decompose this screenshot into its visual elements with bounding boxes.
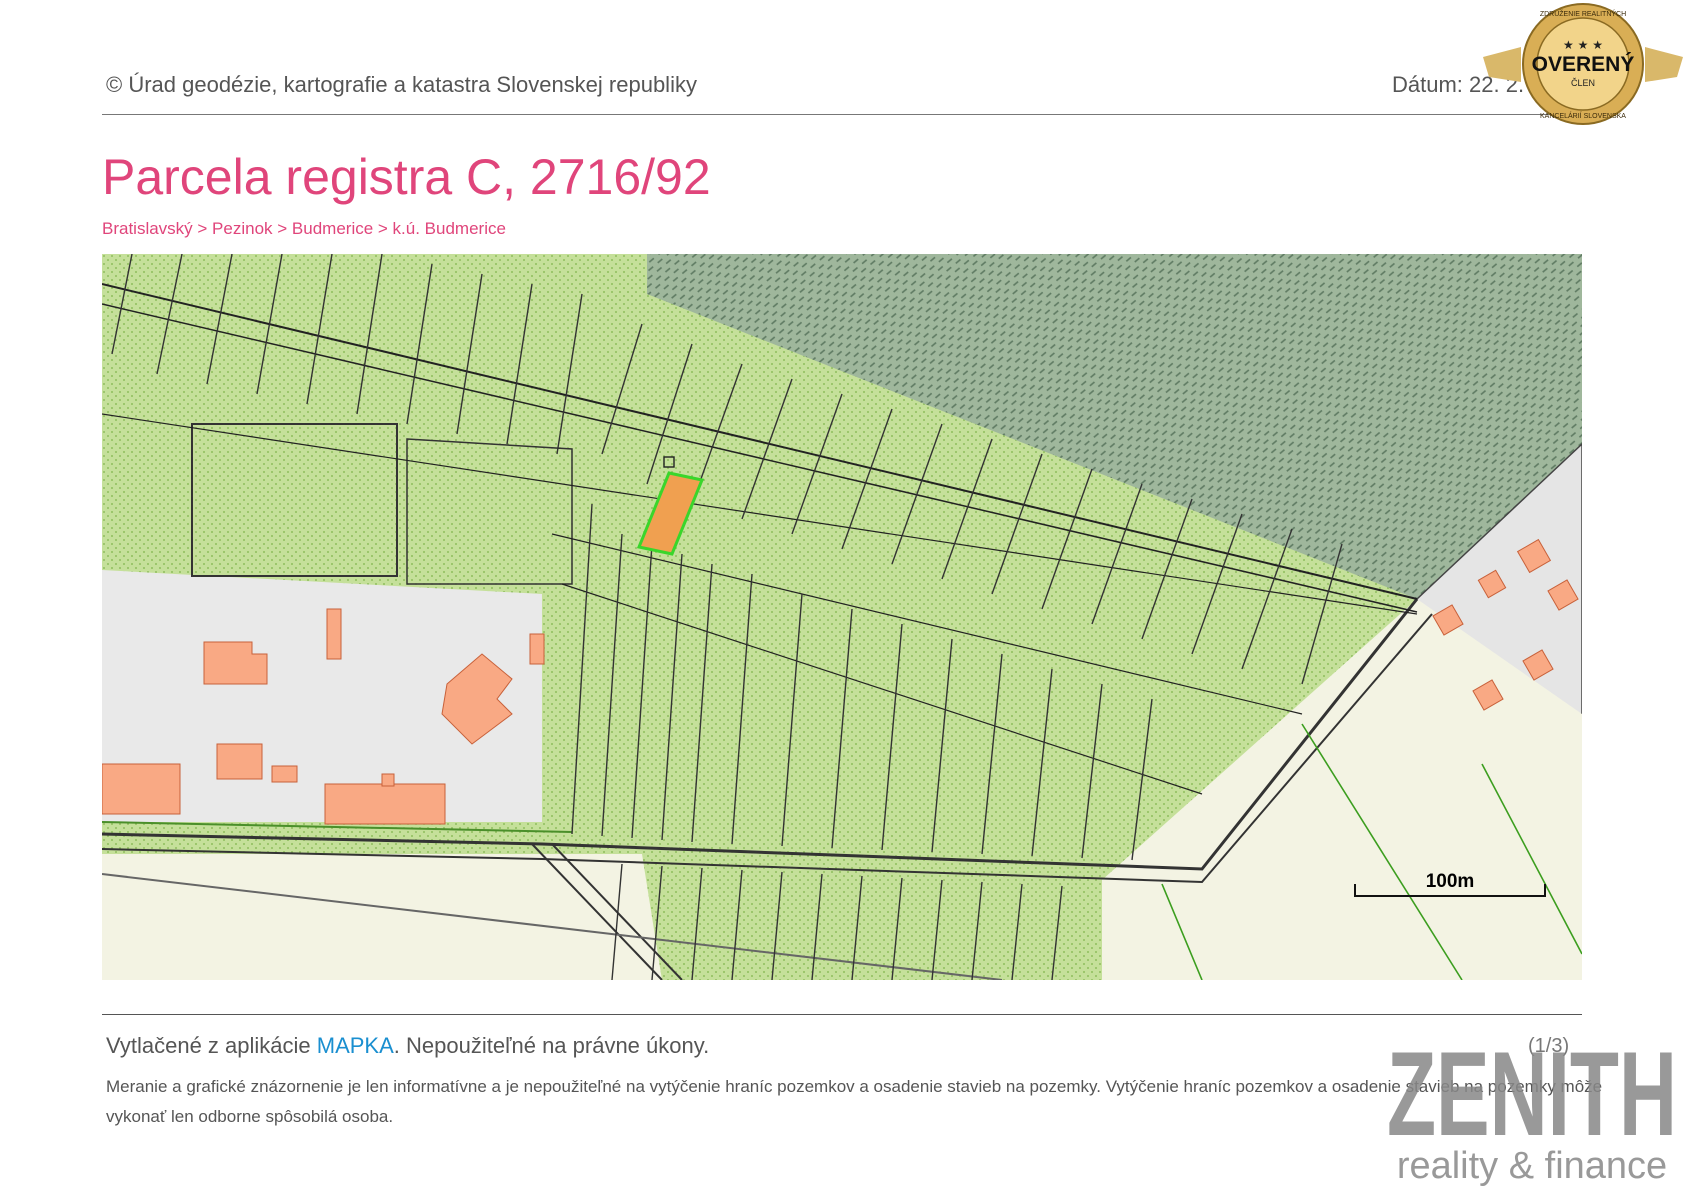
zenith-tagline: reality & finance (1397, 1145, 1667, 1187)
building (326, 608, 342, 660)
building (102, 763, 181, 815)
svg-text:★ ★ ★: ★ ★ ★ (1563, 38, 1603, 52)
badge-member: ČLEN (1571, 78, 1595, 88)
building (216, 743, 263, 780)
print-notice-suffix: . Nepoužiteľné na právne úkony. (393, 1033, 710, 1058)
field-area (102, 854, 662, 980)
copyright-source: © Úrad geodézie, kartografie a katastra … (106, 72, 697, 97)
badge-text: OVERENÝ (1532, 52, 1635, 76)
mapka-link[interactable]: MAPKA (317, 1033, 394, 1058)
badge-ring-top: ZDRUŽENIE REALITNÝCH (1540, 9, 1626, 18)
header-divider (102, 114, 1582, 115)
print-notice-prefix: Vytlačené z aplikácie (106, 1033, 317, 1058)
building (381, 773, 395, 787)
breadcrumb: Bratislavský > Pezinok > Budmerice > k.ú… (102, 219, 506, 238)
badge-ring-bottom: KANCELÁRIÍ SLOVENSKA (1540, 111, 1626, 120)
zenith-logo-text: ZENITH (1387, 1027, 1677, 1161)
scale-label: 100m (1426, 871, 1475, 892)
page-title: Parcela registra C, 2716/92 (102, 149, 711, 205)
print-notice: Vytlačené z aplikácie MAPKA. Nepoužiteľn… (106, 1033, 709, 1059)
building (324, 783, 446, 825)
verified-member-badge: ★ ★ ★ OVERENÝ ČLEN ZDRUŽENIE REALITNÝCH … (1483, 3, 1683, 125)
building (271, 765, 298, 783)
cadastral-map[interactable]: 100m (102, 254, 1582, 980)
footer-divider (102, 1014, 1582, 1015)
zenith-watermark: ZENITH reality & finance (1387, 1027, 1677, 1187)
building (529, 633, 545, 665)
